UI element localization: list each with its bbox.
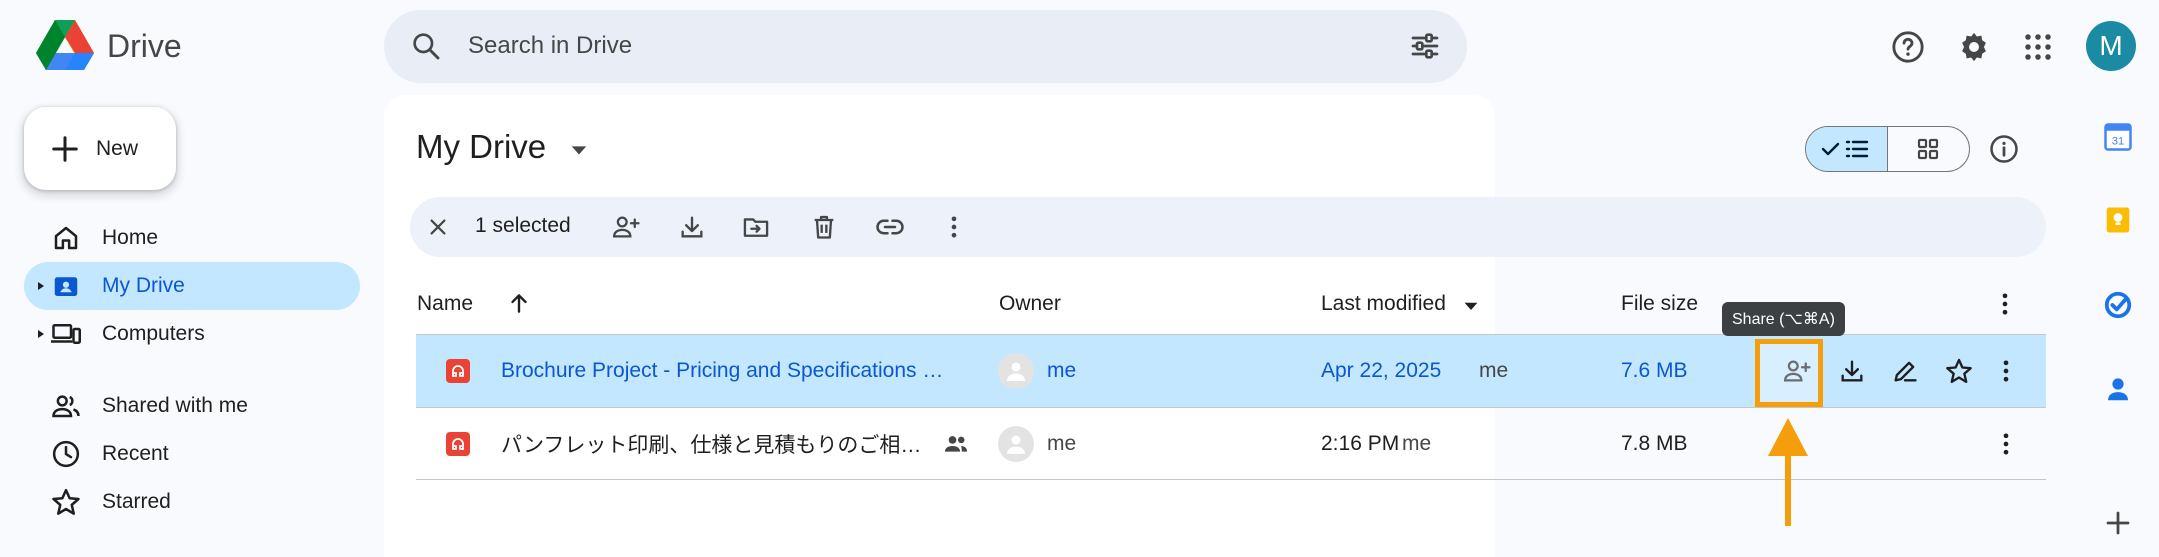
copy-link-icon[interactable] bbox=[874, 211, 906, 243]
pdf-file-icon bbox=[446, 359, 470, 383]
contacts-icon[interactable] bbox=[2103, 374, 2133, 404]
sort-arrow-up-icon[interactable] bbox=[506, 290, 532, 316]
file-name[interactable]: Brochure Project - Pricing and Specifica… bbox=[501, 335, 1061, 407]
grid-view-icon bbox=[1918, 138, 1939, 160]
expand-caret-icon[interactable] bbox=[36, 329, 46, 339]
grid-view-button[interactable] bbox=[1888, 127, 1970, 171]
settings-gear-icon[interactable] bbox=[1952, 25, 1996, 69]
shared-people-icon bbox=[942, 408, 970, 480]
owner-name: me bbox=[1047, 432, 1077, 455]
svg-text:31: 31 bbox=[2112, 136, 2125, 148]
expand-caret-icon[interactable] bbox=[36, 281, 46, 291]
list-view-button[interactable] bbox=[1806, 127, 1888, 171]
search-options-icon[interactable] bbox=[1409, 30, 1441, 62]
people-icon bbox=[52, 395, 80, 418]
modified-date: Apr 22, 2025 bbox=[1321, 359, 1442, 382]
star-icon[interactable] bbox=[1945, 335, 1973, 407]
home-icon bbox=[54, 226, 78, 250]
star-icon bbox=[52, 488, 80, 515]
column-options-more-icon[interactable] bbox=[1991, 290, 2019, 318]
trash-icon[interactable] bbox=[808, 211, 840, 243]
calendar-icon[interactable]: 31 bbox=[2103, 122, 2133, 152]
clock-icon bbox=[52, 440, 80, 468]
column-header-owner[interactable]: Owner bbox=[999, 292, 1061, 316]
modified-by: me bbox=[1402, 432, 1432, 455]
new-button-label: New bbox=[96, 136, 139, 160]
more-actions-icon[interactable] bbox=[1992, 335, 2020, 407]
search-icon[interactable] bbox=[410, 30, 442, 62]
my-drive-icon bbox=[54, 277, 78, 296]
sidebar-item-label: Home bbox=[102, 226, 159, 249]
file-name[interactable]: パンフレット印刷、仕様と見積もりのご相… bbox=[501, 408, 921, 480]
share-tooltip: Share (⌥⌘A) bbox=[1722, 302, 1845, 336]
selection-action-bar: 1 selected bbox=[410, 197, 2046, 257]
download-icon[interactable] bbox=[1838, 335, 1866, 407]
tasks-icon[interactable] bbox=[2103, 290, 2133, 320]
main-panel bbox=[384, 95, 1495, 557]
owner-avatar bbox=[998, 426, 1034, 462]
sidebar-item-label: Starred bbox=[102, 490, 171, 513]
sidebar-item-computers[interactable]: Computers bbox=[24, 310, 360, 358]
owner-avatar bbox=[998, 353, 1034, 389]
more-actions-icon[interactable] bbox=[938, 211, 970, 243]
sidebar-item-home[interactable]: Home bbox=[24, 214, 360, 262]
file-size: 7.8 MB bbox=[1621, 432, 1688, 455]
move-to-folder-icon[interactable] bbox=[740, 211, 772, 243]
plus-icon bbox=[52, 135, 78, 162]
sidebar-item-shared-with-me[interactable]: Shared with me bbox=[24, 382, 360, 430]
view-toggle[interactable] bbox=[1805, 126, 1970, 172]
annotation-arrow-icon bbox=[1768, 418, 1808, 526]
sidebar-item-my-drive[interactable]: My Drive bbox=[24, 262, 360, 310]
page-title[interactable]: My Drive bbox=[416, 128, 546, 166]
download-icon[interactable] bbox=[676, 211, 708, 243]
more-actions-icon[interactable] bbox=[1992, 408, 2020, 480]
modified-by: me bbox=[1479, 359, 1509, 382]
column-header-name[interactable]: Name bbox=[417, 292, 473, 316]
drive-logo-icon[interactable] bbox=[36, 20, 94, 70]
chevron-down-icon[interactable] bbox=[570, 141, 588, 159]
info-icon[interactable] bbox=[1984, 129, 2024, 169]
clear-selection-close-icon[interactable] bbox=[422, 211, 454, 243]
sidebar-item-label: Shared with me bbox=[102, 394, 248, 417]
chevron-down-icon[interactable] bbox=[1463, 298, 1479, 314]
file-size: 7.6 MB bbox=[1621, 359, 1688, 382]
help-icon[interactable] bbox=[1886, 25, 1930, 69]
sidebar-item-recent[interactable]: Recent bbox=[24, 430, 360, 478]
computers-icon bbox=[51, 324, 81, 344]
sidebar-item-starred[interactable]: Starred bbox=[24, 478, 360, 526]
share-person-add-icon[interactable] bbox=[610, 211, 642, 243]
app-name: Drive bbox=[107, 28, 182, 64]
pdf-file-icon bbox=[446, 432, 470, 456]
search-input[interactable] bbox=[468, 24, 1368, 68]
owner-name: me bbox=[1047, 359, 1077, 382]
column-header-last-modified[interactable]: Last modified bbox=[1321, 292, 1446, 316]
modified-date: 2:16 PM bbox=[1321, 432, 1400, 455]
column-header-file-size[interactable]: File size bbox=[1621, 292, 1698, 316]
list-view-icon bbox=[1822, 140, 1869, 158]
selection-count: 1 selected bbox=[475, 214, 571, 237]
share-button-highlight bbox=[1755, 339, 1823, 407]
new-button[interactable]: New bbox=[24, 107, 176, 190]
sidebar-item-label: Computers bbox=[102, 322, 205, 345]
apps-grid-icon[interactable] bbox=[2016, 25, 2060, 69]
keep-notes-icon[interactable] bbox=[2103, 205, 2133, 235]
rename-pencil-icon[interactable] bbox=[1891, 335, 1919, 407]
add-addon-plus-icon[interactable] bbox=[2103, 508, 2133, 538]
account-avatar[interactable]: M bbox=[2086, 21, 2136, 71]
search-bar[interactable] bbox=[384, 10, 1467, 83]
sidebar-item-label: Recent bbox=[102, 442, 169, 465]
sidebar-item-label: My Drive bbox=[102, 274, 185, 297]
